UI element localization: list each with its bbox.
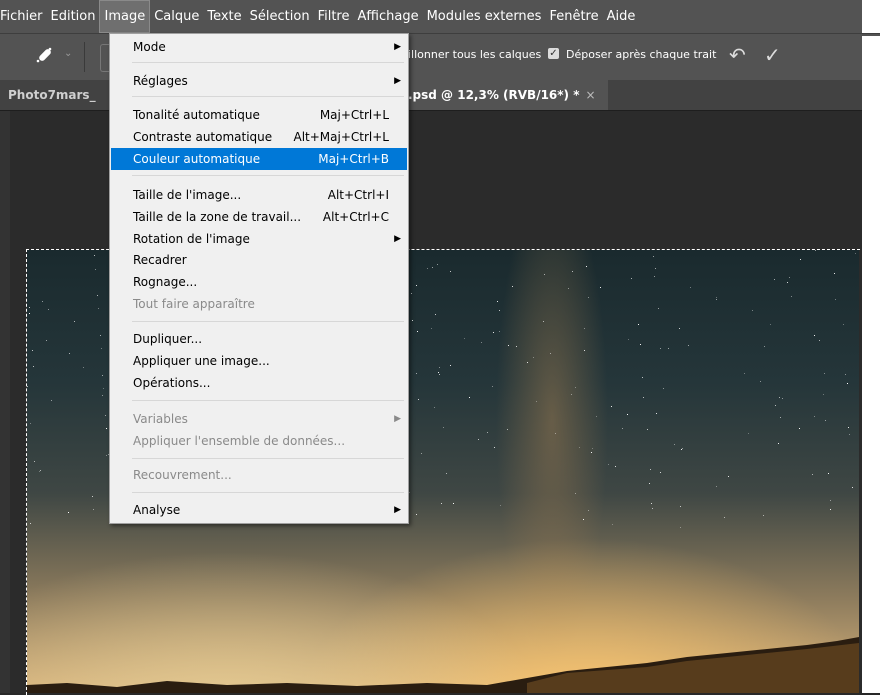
healing-brush-tool-icon[interactable] xyxy=(32,44,58,70)
menu-item-rotation-image[interactable]: Rotation de l'image ▶ xyxy=(111,228,407,250)
tab-active-document[interactable]: .psd @ 12,3% (RVB/16*) * × xyxy=(405,80,608,110)
menu-edition[interactable]: Edition xyxy=(47,0,100,33)
toolbar-panel-edge xyxy=(0,111,10,693)
menu-item-recadrer[interactable]: Recadrer xyxy=(111,249,407,271)
menu-item-appliquer-ensemble-donnees: Appliquer l'ensemble de données... xyxy=(133,434,346,448)
tool-preset-dropdown-icon[interactable]: ⌄ xyxy=(64,48,72,59)
menu-bar: Fichier Edition Image Calque Texte Sélec… xyxy=(0,0,862,33)
menu-texte[interactable]: Texte xyxy=(203,0,245,33)
sample-all-layers-label[interactable]: illonner tous les calques xyxy=(408,48,541,61)
submenu-arrow-icon: ▶ xyxy=(394,414,401,424)
shortcut-label: Alt+Ctrl+C xyxy=(322,210,389,224)
confirm-check-icon[interactable]: ✓ xyxy=(764,43,781,67)
menu-item-taille-zone-travail[interactable]: Taille de la zone de travail... Alt+Ctrl+… xyxy=(111,206,407,228)
drop-after-stroke-label[interactable]: Déposer après chaque trait xyxy=(566,48,716,61)
menu-item-dupliquer[interactable]: Dupliquer... xyxy=(111,328,407,350)
menu-separator xyxy=(132,96,404,97)
submenu-arrow-icon: ▶ xyxy=(394,234,401,244)
screen-edge xyxy=(862,0,880,36)
menu-item-tonalite-automatique[interactable]: Tonalité automatique Maj+Ctrl+L xyxy=(111,104,407,126)
menu-item-appliquer-image[interactable]: Appliquer une image... xyxy=(111,350,407,372)
menu-separator xyxy=(132,321,404,322)
menu-item-taille-image[interactable]: Taille de l'image... Alt+Ctrl+I xyxy=(111,184,407,206)
submenu-arrow-icon: ▶ xyxy=(394,42,401,52)
menu-aide[interactable]: Aide xyxy=(603,0,640,33)
menu-separator xyxy=(132,62,404,63)
tab-photo7mars[interactable]: Photo7mars_ xyxy=(8,80,96,110)
menu-separator xyxy=(132,458,404,459)
shortcut-label: Maj+Ctrl+B xyxy=(318,152,389,166)
menu-item-contraste-automatique[interactable]: Contraste automatique Alt+Maj+Ctrl+L xyxy=(111,126,407,148)
menu-item-analyse[interactable]: Analyse ▶ xyxy=(111,499,407,521)
menu-fichier[interactable]: Fichier xyxy=(0,0,47,33)
menu-item-rognage[interactable]: Rognage... xyxy=(111,271,407,293)
menu-item-operations[interactable]: Opérations... xyxy=(111,372,407,394)
menu-modules-externes[interactable]: Modules externes xyxy=(423,0,546,33)
menu-separator xyxy=(132,400,404,401)
shortcut-label: Maj+Ctrl+L xyxy=(319,108,389,122)
shortcut-label: Alt+Maj+Ctrl+L xyxy=(293,130,390,144)
menu-calque[interactable]: Calque xyxy=(150,0,203,33)
menu-item-couleur-automatique[interactable]: Couleur automatique Maj+Ctrl+B xyxy=(111,148,407,170)
menu-item-reglages[interactable]: Réglages ▶ xyxy=(111,70,407,92)
submenu-arrow-icon: ▶ xyxy=(394,505,401,515)
menu-image[interactable]: Image xyxy=(99,0,151,33)
drop-after-stroke-checkbox[interactable]: ✓ xyxy=(548,48,559,59)
divider xyxy=(84,42,85,72)
menu-filtre[interactable]: Filtre xyxy=(314,0,354,33)
menu-selection[interactable]: Sélection xyxy=(246,0,314,33)
image-menu-dropdown: Mode ▶ Réglages ▶ Tonalité automatique Maj+… xyxy=(109,33,409,524)
menu-separator xyxy=(132,492,404,493)
menu-fenetre[interactable]: Fenêtre xyxy=(545,0,602,33)
tab-close-icon[interactable]: × xyxy=(586,88,596,102)
shortcut-label: Alt+Ctrl+I xyxy=(327,188,389,202)
undo-icon[interactable]: ↶ xyxy=(729,43,746,67)
menu-separator xyxy=(132,175,404,176)
submenu-arrow-icon: ▶ xyxy=(394,76,401,86)
menu-affichage[interactable]: Affichage xyxy=(354,0,423,33)
menu-item-recouvrement: Recouvrement... xyxy=(133,468,232,482)
menu-item-mode[interactable]: Mode ▶ xyxy=(111,36,407,58)
menu-item-tout-faire-apparaitre: Tout faire apparaître xyxy=(133,297,255,311)
screen-edge-right xyxy=(862,36,880,693)
tab-title: .psd @ 12,3% (RVB/16*) * xyxy=(408,88,580,102)
menu-item-variables: Variables ▶ xyxy=(111,408,407,430)
